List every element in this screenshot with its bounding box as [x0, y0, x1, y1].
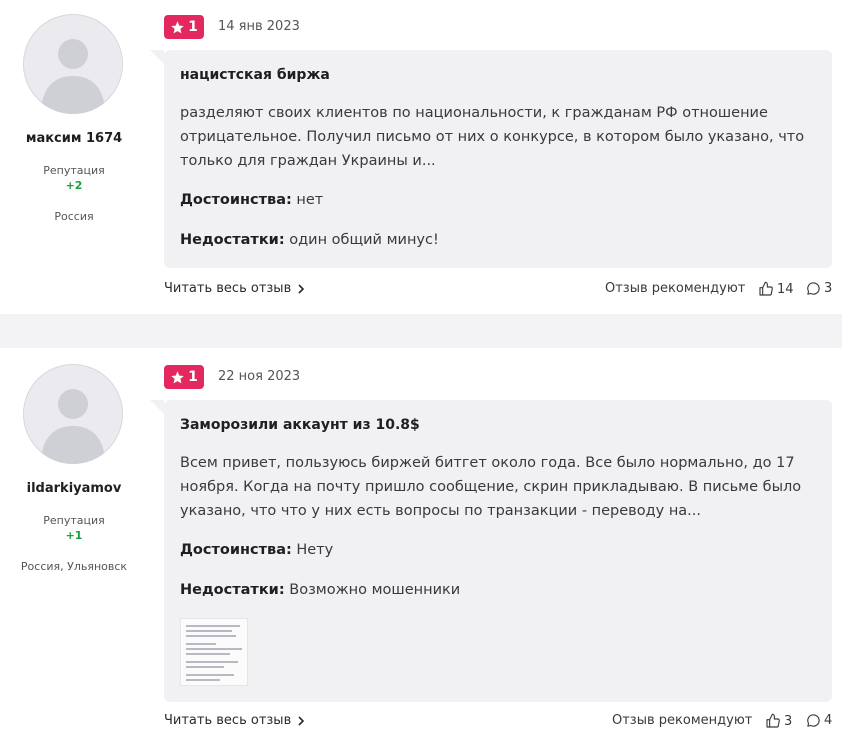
cons-label: Недостатки:: [180, 582, 285, 598]
star-icon: [171, 20, 184, 33]
review-excerpt: Всем привет, пользуюсь биржей битгет око…: [180, 455, 802, 519]
thumbs-up-icon: [759, 281, 773, 296]
pros-text: Нету: [296, 542, 334, 558]
review-date: 22 ноя 2023: [218, 369, 301, 384]
cons-text: Возможно мошенники: [289, 582, 461, 598]
review-cons: Недостатки: Возможно мошенники: [180, 582, 460, 598]
review-author: максим 1674 Репутация +2 Россия: [0, 0, 148, 300]
read-more-label: Читать весь отзыв: [164, 281, 292, 296]
avatar[interactable]: [23, 14, 123, 114]
comment-icon: [807, 282, 820, 295]
review-pros: Достоинства: Нету: [180, 542, 333, 558]
review-pros: Достоинства: нет: [180, 192, 323, 208]
reputation-label: Репутация: [43, 164, 105, 177]
star-icon: [171, 370, 184, 383]
author-location: Россия, Ульяновск: [20, 560, 128, 573]
read-more-label: Читать весь отзыв: [164, 713, 292, 728]
cons-label: Недостатки:: [180, 232, 285, 248]
author-location: Россия: [54, 210, 94, 223]
reputation-value: +2: [65, 179, 83, 192]
review-body: нацистская биржа разделяют своих клиенто…: [150, 50, 832, 268]
like-count: 14: [777, 281, 794, 297]
like-button[interactable]: 3: [765, 713, 792, 729]
like-count: 3: [784, 713, 793, 729]
review-separator: [0, 314, 842, 348]
review-card: ildarkiyamov Репутация +1 Россия, Ульяно…: [0, 348, 842, 745]
rating-badge: 1: [164, 365, 204, 389]
like-button[interactable]: 14: [758, 281, 794, 297]
review-date: 14 янв 2023: [218, 19, 300, 34]
rating-value: 1: [188, 369, 198, 385]
chevron-right-icon: [298, 715, 305, 726]
read-more-link[interactable]: Читать весь отзыв: [164, 713, 305, 728]
reputation-label: Репутация: [43, 514, 105, 527]
recommend-label: Отзыв рекомендуют: [605, 281, 746, 296]
review-footer: Читать весь отзыв Отзыв рекомендуют 3 4: [0, 713, 842, 733]
author-name[interactable]: ildarkiyamov: [0, 481, 148, 496]
review-cons: Недостатки: один общий минус!: [180, 232, 439, 248]
avatar[interactable]: [23, 364, 123, 464]
comments-button[interactable]: 4: [806, 713, 832, 728]
reputation-value: +1: [65, 529, 83, 542]
review-excerpt: разделяют своих клиентов по национальнос…: [180, 105, 805, 169]
pros-label: Достоинства:: [180, 542, 292, 558]
review-body: Заморозили аккаунт из 10.8$ Всем привет,…: [150, 400, 832, 702]
rating-badge: 1: [164, 15, 204, 39]
comment-count: 3: [824, 281, 833, 296]
comment-icon: [807, 714, 820, 727]
user-placeholder-icon: [41, 389, 105, 464]
user-placeholder-icon: [41, 39, 105, 114]
rating-value: 1: [188, 19, 198, 35]
comment-count: 4: [824, 713, 833, 728]
read-more-link[interactable]: Читать весь отзыв: [164, 281, 305, 296]
recommend-label: Отзыв рекомендуют: [612, 713, 753, 728]
thumbs-up-icon: [766, 713, 780, 728]
review-title[interactable]: Заморозили аккаунт из 10.8$: [180, 417, 420, 433]
cons-text: один общий минус!: [289, 232, 439, 248]
review-card: максим 1674 Репутация +2 Россия 1 14 янв…: [0, 0, 842, 314]
pros-label: Достоинства:: [180, 192, 292, 208]
chevron-right-icon: [298, 283, 305, 294]
review-screenshot-thumbnail[interactable]: [180, 618, 248, 686]
review-title[interactable]: нацистская биржа: [180, 67, 330, 83]
review-footer: Читать весь отзыв Отзыв рекомендуют 14 3: [0, 281, 842, 301]
author-name[interactable]: максим 1674: [0, 131, 148, 146]
comments-button[interactable]: 3: [806, 281, 832, 296]
pros-text: нет: [296, 192, 324, 208]
review-author: ildarkiyamov Репутация +1 Россия, Ульяно…: [0, 348, 148, 648]
